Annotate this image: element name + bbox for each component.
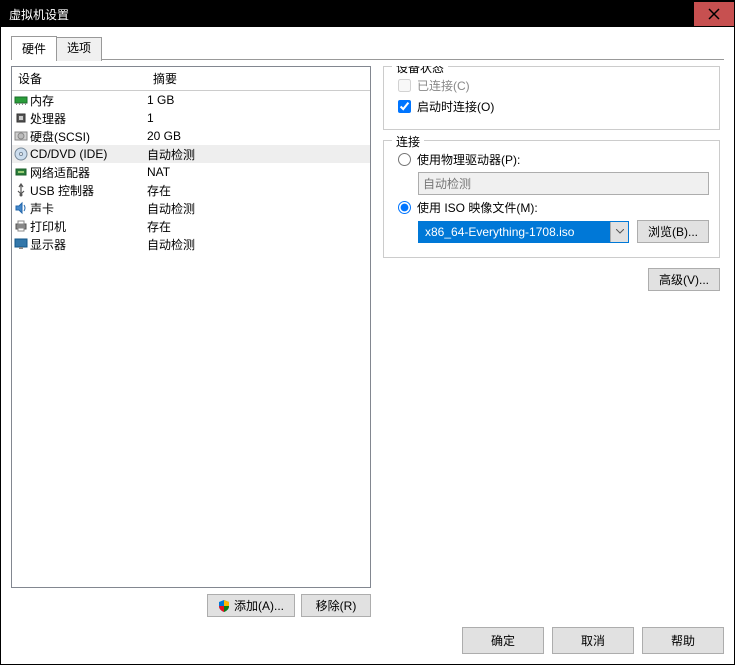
remove-hardware-button[interactable]: 移除(R) [301,594,371,617]
cancel-button[interactable]: 取消 [552,627,634,654]
hardware-list: 设备 摘要 内存1 GB处理器1硬盘(SCSI)20 GBCD/DVD (IDE… [11,66,371,588]
hardware-label: 显示器 [30,236,147,253]
hardware-summary: 自动检测 [147,146,370,163]
hardware-label: CD/DVD (IDE) [30,147,147,161]
close-button[interactable] [694,2,734,26]
use-physical-row[interactable]: 使用物理驱动器(P): [398,151,709,168]
hardware-summary: 自动检测 [147,236,370,253]
tab-hardware[interactable]: 硬件 [11,36,57,60]
usb-icon [12,183,30,197]
hardware-row[interactable]: 硬盘(SCSI)20 GB [12,127,370,145]
connection-title: 连接 [392,133,424,150]
help-button[interactable]: 帮助 [642,627,724,654]
add-button-label: 添加(A)... [234,599,284,613]
hardware-label: 网络适配器 [30,164,147,181]
hardware-label: 声卡 [30,200,147,217]
close-icon [708,8,720,20]
chevron-down-icon[interactable] [610,222,628,242]
hardware-row[interactable]: 网络适配器NAT [12,163,370,181]
browse-button[interactable]: 浏览(B)... [637,220,709,243]
monitor-icon [12,237,30,251]
shield-icon [218,600,230,612]
sound-icon [12,201,30,215]
use-iso-radio[interactable] [398,201,411,214]
connected-checkbox [398,79,411,92]
advanced-button[interactable]: 高级(V)... [648,268,720,291]
hardware-row[interactable]: 声卡自动检测 [12,199,370,217]
tab-bar: 硬件 选项 [11,35,724,60]
net-icon [12,165,30,179]
cd-icon [12,147,30,161]
hardware-row[interactable]: 显示器自动检测 [12,235,370,253]
hardware-summary: 1 GB [147,93,370,107]
physical-drive-combo: 自动检测 [418,172,709,195]
use-iso-label: 使用 ISO 映像文件(M): [417,199,538,216]
hardware-label: 内存 [30,92,147,109]
hardware-header: 设备 摘要 [12,67,370,91]
cpu-icon [12,111,30,125]
hardware-row[interactable]: USB 控制器存在 [12,181,370,199]
device-status-group: 设备状态 已连接(C) 启动时连接(O) [383,66,720,130]
hardware-summary: 存在 [147,182,370,199]
hardware-label: 硬盘(SCSI) [30,128,147,145]
device-status-title: 设备状态 [392,66,448,76]
add-hardware-button[interactable]: 添加(A)... [207,594,295,617]
header-device[interactable]: 设备 [12,67,147,90]
tab-options[interactable]: 选项 [56,37,102,61]
connected-checkbox-row[interactable]: 已连接(C) [398,77,709,94]
hardware-row[interactable]: 打印机存在 [12,217,370,235]
connect-at-power-row[interactable]: 启动时连接(O) [398,98,709,115]
hardware-label: 处理器 [30,110,147,127]
printer-icon [12,219,30,233]
connected-label: 已连接(C) [417,77,470,94]
hardware-summary: 1 [147,111,370,125]
hardware-label: 打印机 [30,218,147,235]
ok-button[interactable]: 确定 [462,627,544,654]
hardware-summary: 20 GB [147,129,370,143]
header-summary[interactable]: 摘要 [147,67,370,90]
hardware-row[interactable]: CD/DVD (IDE)自动检测 [12,145,370,163]
hardware-summary: 自动检测 [147,200,370,217]
use-physical-label: 使用物理驱动器(P): [417,151,520,168]
connect-at-power-label: 启动时连接(O) [417,98,494,115]
connection-group: 连接 使用物理驱动器(P): 自动检测 使用 ISO 映像文件(M): x86_… [383,140,720,258]
hardware-label: USB 控制器 [30,182,147,199]
use-physical-radio[interactable] [398,153,411,166]
iso-path-text[interactable]: x86_64-Everything-1708.iso [419,222,610,242]
hdd-icon [12,129,30,143]
hardware-summary: 存在 [147,218,370,235]
iso-path-combo[interactable]: x86_64-Everything-1708.iso [418,221,629,243]
connect-at-power-checkbox[interactable] [398,100,411,113]
window-title: 虚拟机设置 [9,6,694,23]
hardware-row[interactable]: 内存1 GB [12,91,370,109]
memory-icon [12,93,30,107]
hardware-row[interactable]: 处理器1 [12,109,370,127]
use-iso-row[interactable]: 使用 ISO 映像文件(M): [398,199,709,216]
hardware-summary: NAT [147,165,370,179]
